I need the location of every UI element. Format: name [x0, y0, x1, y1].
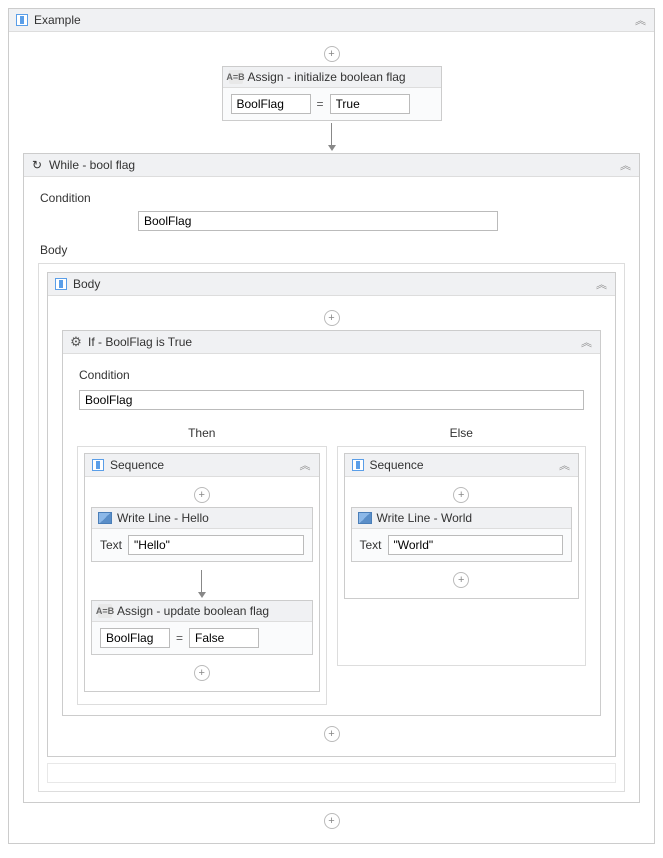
activity-title: Assign - initialize boolean flag	[248, 70, 435, 84]
condition-label: Condition	[77, 364, 586, 388]
activity-title: Example	[34, 13, 628, 27]
add-activity-connector[interactable]: +	[23, 42, 640, 66]
collapse-icon[interactable]: ︽	[579, 334, 594, 350]
activity-header[interactable]: Body ︽	[48, 273, 615, 296]
sequence-body[interactable]: Body ︽ + ⚙ If - BoolFlag is True ︽	[47, 272, 616, 757]
add-activity-connector[interactable]: +	[351, 568, 573, 592]
while-icon: ↻	[30, 158, 44, 172]
drop-slot[interactable]	[47, 763, 616, 783]
activity-title: Write Line - Hello	[117, 511, 306, 525]
activity-title: Sequence	[370, 458, 553, 472]
then-branch: Then Sequence ︽	[77, 422, 327, 705]
if-condition-input[interactable]	[79, 390, 584, 410]
sequence-icon	[54, 277, 68, 291]
if-activity[interactable]: ⚙ If - BoolFlag is True ︽ Condition	[62, 330, 601, 716]
else-label: Else	[337, 422, 587, 446]
activity-title: Assign - update boolean flag	[117, 604, 306, 618]
activity-title: Sequence	[110, 458, 293, 472]
writeline-world[interactable]: Write Line - World Text	[351, 507, 573, 562]
sequence-example[interactable]: Example ︽ + A=B Assign - initialize bool…	[8, 8, 655, 844]
activity-header[interactable]: ⚙ If - BoolFlag is True ︽	[63, 331, 600, 354]
activity-title: Body	[73, 277, 589, 291]
assign-update[interactable]: A=B Assign - update boolean flag =	[91, 600, 313, 655]
activity-title: If - BoolFlag is True	[88, 335, 574, 349]
sequence-else[interactable]: Sequence ︽ +	[344, 453, 580, 599]
sequence-icon	[351, 458, 365, 472]
sequence-icon	[15, 13, 29, 27]
flow-arrow	[23, 121, 640, 153]
add-activity-connector[interactable]: +	[351, 483, 573, 507]
flow-arrow	[91, 568, 313, 600]
writeline-hello[interactable]: Write Line - Hello Text	[91, 507, 313, 562]
activity-header[interactable]: A=B Assign - update boolean flag	[92, 601, 312, 622]
activity-header[interactable]: Write Line - Hello	[92, 508, 312, 529]
add-activity-connector[interactable]: +	[23, 809, 640, 833]
activity-header[interactable]: Sequence ︽	[345, 454, 579, 477]
collapse-icon[interactable]: ︽	[594, 276, 609, 292]
writeline-text-input[interactable]	[388, 535, 563, 555]
while-condition-input[interactable]	[138, 211, 498, 231]
collapse-icon[interactable]: ︽	[557, 457, 572, 473]
if-icon: ⚙	[69, 335, 83, 349]
writeline-text-input[interactable]	[128, 535, 303, 555]
body-label: Body	[38, 239, 625, 263]
add-activity-connector[interactable]: +	[91, 483, 313, 507]
activity-title: While - bool flag	[49, 158, 613, 172]
add-activity-connector[interactable]: +	[62, 722, 601, 746]
equals-label: =	[176, 631, 183, 645]
add-activity-connector[interactable]: +	[91, 661, 313, 685]
assign-left-input[interactable]	[100, 628, 170, 648]
collapse-icon[interactable]: ︽	[618, 157, 633, 173]
activity-header[interactable]: Write Line - World	[352, 508, 572, 529]
then-label: Then	[77, 422, 327, 446]
activity-header[interactable]: Example ︽	[9, 9, 654, 32]
collapse-icon[interactable]: ︽	[298, 457, 313, 473]
activity-header[interactable]: A=B Assign - initialize boolean flag	[223, 67, 441, 88]
assign-icon: A=B	[229, 70, 243, 84]
while-activity[interactable]: ↻ While - bool flag ︽ Condition Body Bod…	[23, 153, 640, 803]
else-branch: Else Sequence ︽	[337, 422, 587, 705]
assign-right-input[interactable]	[330, 94, 410, 114]
add-activity-connector[interactable]: +	[62, 306, 601, 330]
text-label: Text	[360, 538, 382, 552]
sequence-icon	[91, 458, 105, 472]
text-label: Text	[100, 538, 122, 552]
activity-title: Write Line - World	[377, 511, 566, 525]
equals-label: =	[317, 97, 324, 111]
assign-icon: A=B	[98, 604, 112, 618]
writeline-icon	[358, 511, 372, 525]
activity-header[interactable]: Sequence ︽	[85, 454, 319, 477]
activity-header[interactable]: ↻ While - bool flag ︽	[24, 154, 639, 177]
collapse-icon[interactable]: ︽	[633, 12, 648, 28]
assign-right-input[interactable]	[189, 628, 259, 648]
assign-initialize[interactable]: A=B Assign - initialize boolean flag =	[222, 66, 442, 121]
condition-label: Condition	[38, 187, 625, 211]
sequence-then[interactable]: Sequence ︽ +	[84, 453, 320, 692]
writeline-icon	[98, 511, 112, 525]
assign-left-input[interactable]	[231, 94, 311, 114]
